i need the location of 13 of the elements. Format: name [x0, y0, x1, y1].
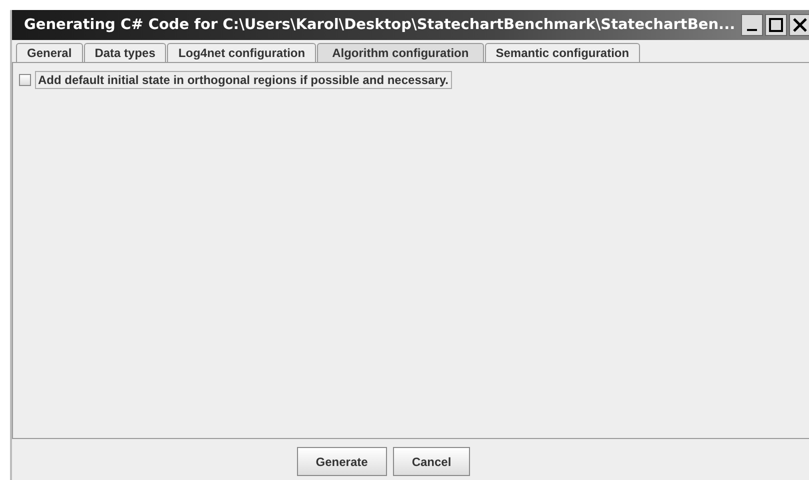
tab[interactable]: Algorithm configuration: [317, 43, 484, 62]
tab[interactable]: General: [16, 43, 83, 62]
checkbox-label: Add default initial state in orthogonal regions if possible and necessary.: [35, 71, 452, 89]
tab[interactable]: Semantic configuration: [484, 43, 640, 62]
window-title: Generating C# Code for C:\Users\Karol\Desktop\StatechartBenchmark\StatechartBen...: [24, 17, 736, 33]
tab[interactable]: Data types: [84, 43, 166, 62]
tab[interactable]: Log4net configuration: [167, 43, 316, 62]
maximize-icon[interactable]: [765, 14, 788, 36]
minimize-icon[interactable]: [741, 14, 764, 36]
dialog-button[interactable]: Cancel: [392, 447, 470, 476]
close-icon[interactable]: [789, 14, 809, 36]
dialog-button[interactable]: Generate: [296, 447, 387, 476]
checkbox[interactable]: [19, 74, 31, 86]
